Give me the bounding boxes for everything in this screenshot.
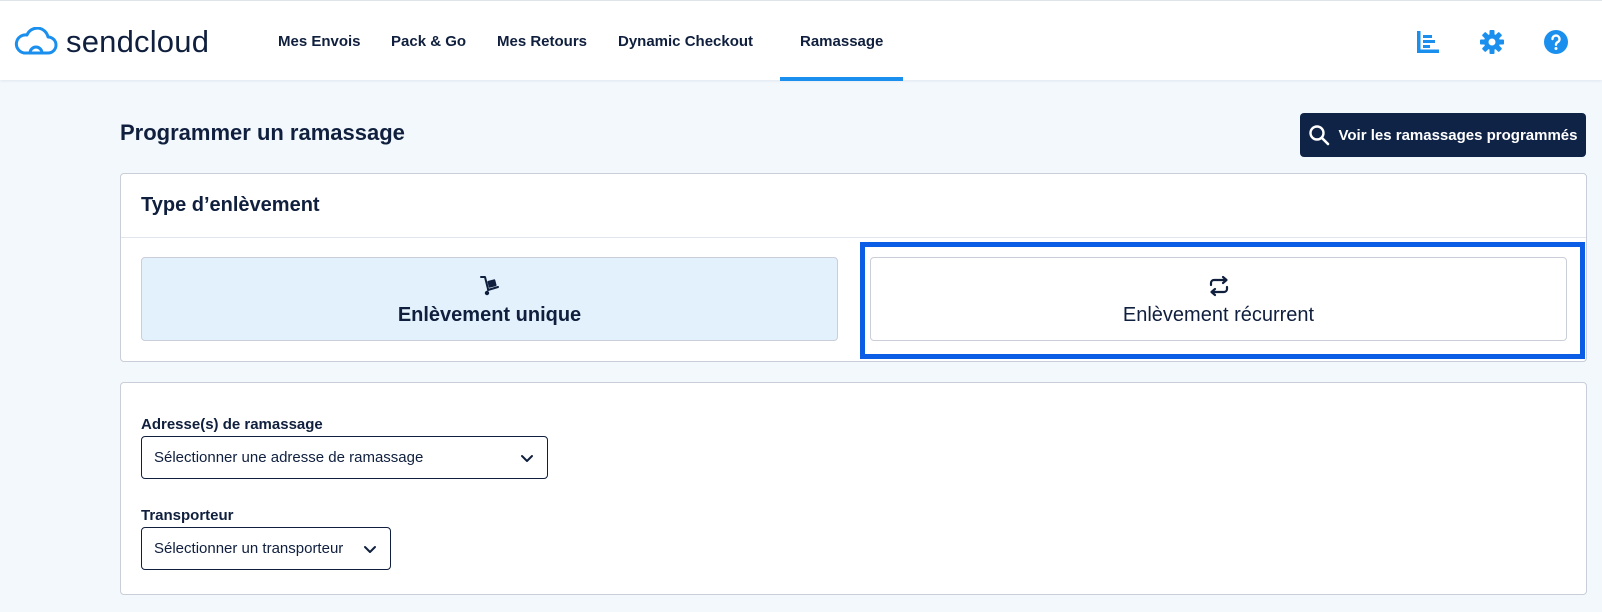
sendcloud-logo[interactable]: sendcloud	[14, 24, 210, 59]
help-icon[interactable]	[1542, 28, 1570, 56]
nav-item-mes-envois[interactable]: Mes Envois	[278, 1, 361, 81]
chevron-down-icon	[364, 545, 376, 553]
address-select[interactable]: Sélectionner une adresse de ramassage	[141, 436, 548, 479]
page-title: Programmer un ramassage	[120, 120, 405, 145]
analytics-icon[interactable]	[1414, 28, 1442, 56]
carrier-label: Transporteur	[141, 507, 234, 524]
logo-text: sendcloud	[66, 24, 210, 59]
nav-item-dynamic-checkout[interactable]: Dynamic Checkout	[618, 1, 753, 81]
option-recurring-pickup-label: Enlèvement récurrent	[1122, 303, 1315, 326]
option-single-pickup-label: Enlèvement unique	[397, 303, 582, 326]
nav-item-pack-and-go[interactable]: Pack & Go	[391, 1, 466, 81]
pickup-form-card: Adresse(s) de ramassage Sélectionner une…	[120, 382, 1587, 595]
cloud-logo-icon	[14, 27, 58, 55]
option-single-pickup[interactable]: Enlèvement unique	[141, 257, 838, 341]
nav-item-ramassage[interactable]: Ramassage	[779, 1, 904, 81]
view-scheduled-pickups-label: Voir les ramassages programmés	[1338, 126, 1578, 144]
carrier-select[interactable]: Sélectionner un transporteur	[141, 527, 391, 570]
hand-truck-icon	[476, 272, 504, 300]
pickup-type-card: Type d’enlèvement Enlèvement unique Enlè…	[120, 173, 1587, 362]
carrier-select-value: Sélectionner un transporteur	[154, 540, 344, 557]
view-scheduled-pickups-button[interactable]: Voir les ramassages programmés	[1300, 113, 1586, 157]
address-label: Adresse(s) de ramassage	[141, 416, 323, 433]
address-select-value: Sélectionner une adresse de ramassage	[154, 449, 424, 466]
nav-item-mes-retours[interactable]: Mes Retours	[497, 1, 587, 81]
pickup-type-heading: Type d’enlèvement	[121, 174, 1586, 238]
option-recurring-pickup[interactable]: Enlèvement récurrent	[870, 257, 1567, 341]
repeat-icon	[1205, 272, 1233, 300]
chevron-down-icon	[521, 454, 533, 462]
top-navigation-bar: sendcloud Mes Envois Pack & Go Mes Retou…	[0, 0, 1602, 81]
gear-icon[interactable]	[1478, 28, 1506, 56]
search-icon	[1309, 125, 1330, 146]
